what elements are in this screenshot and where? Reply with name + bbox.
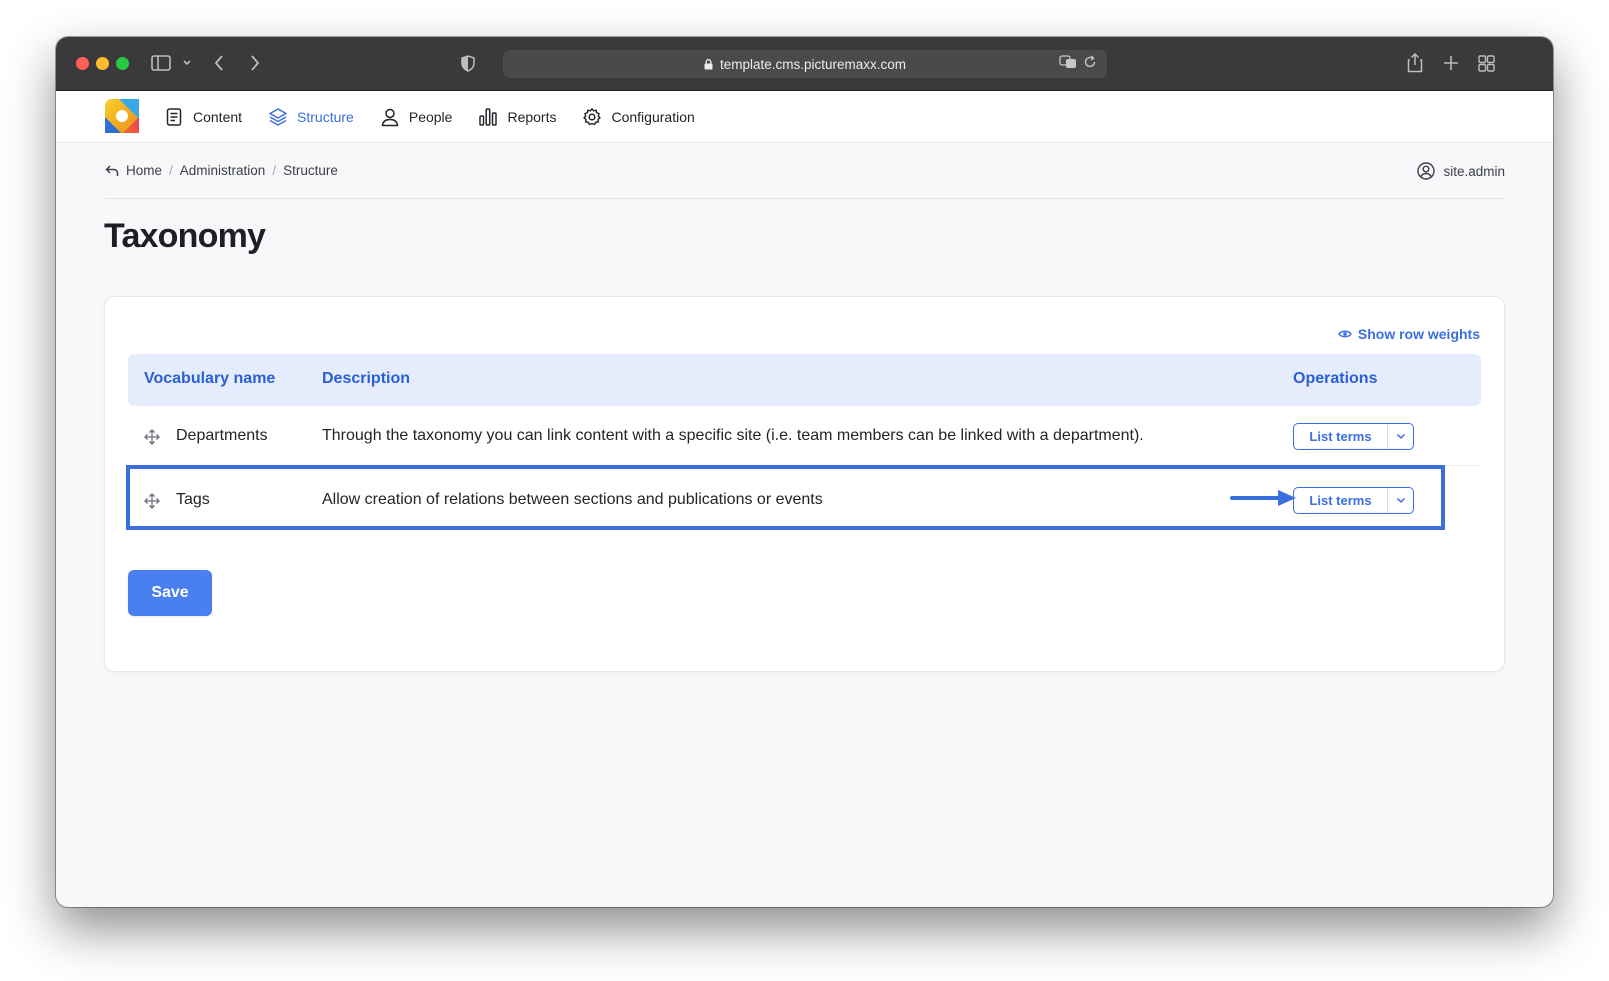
breadcrumb-administration[interactable]: Administration — [180, 163, 266, 178]
row-divider — [128, 465, 1481, 466]
browser-titlebar: template.cms.picturemaxx.com — [56, 37, 1553, 91]
back-arrow-icon[interactable] — [105, 164, 119, 177]
chevron-down-icon[interactable] — [180, 51, 194, 75]
table-row: Departments Through the taxonomy you can… — [128, 407, 1481, 465]
show-row-weights-label: Show row weights — [1357, 326, 1480, 342]
breadcrumb-home[interactable]: Home — [126, 163, 162, 178]
reload-icon[interactable] — [1083, 55, 1097, 69]
url-text: template.cms.picturemaxx.com — [719, 56, 907, 72]
drag-handle-icon[interactable] — [144, 493, 160, 509]
browser-window: template.cms.picturemaxx.com Content Str… — [56, 37, 1553, 907]
save-button[interactable]: Save — [128, 570, 212, 616]
nav-structure[interactable]: Structure — [268, 107, 354, 127]
list-terms-button[interactable]: List terms — [1294, 424, 1388, 449]
layers-icon — [269, 108, 287, 126]
sidebar-toggle-icon[interactable] — [150, 51, 172, 75]
table-header: Vocabulary name Description Operations — [128, 354, 1481, 406]
app-header: Content Structure People Reports Configu… — [56, 91, 1553, 143]
nav-content[interactable]: Content — [164, 107, 242, 127]
document-icon — [166, 108, 182, 126]
taxonomy-card: Show row weights Vocabulary name Descrip… — [104, 296, 1505, 672]
user-name: site.admin — [1443, 163, 1505, 179]
new-tab-icon[interactable] — [1442, 51, 1460, 75]
main-nav: Content Structure People Reports Configu… — [164, 91, 695, 143]
header-vocabulary-name: Vocabulary name — [144, 370, 276, 387]
back-icon[interactable] — [210, 51, 228, 75]
user-icon — [381, 108, 399, 127]
share-icon[interactable] — [1406, 51, 1424, 75]
page-title: Taxonomy — [104, 217, 266, 255]
address-bar[interactable]: template.cms.picturemaxx.com — [503, 50, 1107, 78]
app-logo[interactable] — [105, 99, 139, 133]
header-operations: Operations — [1293, 370, 1378, 387]
tab-overview-icon[interactable] — [1477, 51, 1495, 75]
operations-dropdown-toggle[interactable] — [1388, 424, 1413, 449]
maximize-window-button[interactable] — [116, 57, 129, 70]
nav-reports-label: Reports — [507, 109, 557, 125]
nav-structure-label: Structure — [297, 109, 354, 125]
vocabulary-name: Tags — [176, 491, 210, 508]
breadcrumb: Home / Administration / Structure site.a… — [105, 143, 1505, 199]
nav-configuration-label: Configuration — [611, 109, 695, 125]
vocabulary-description: Allow creation of relations between sect… — [322, 491, 823, 508]
bar-chart-icon — [479, 108, 498, 126]
shield-icon[interactable] — [459, 51, 477, 75]
breadcrumb-separator: / — [169, 163, 173, 178]
vocabulary-name: Departments — [176, 427, 268, 444]
close-window-button[interactable] — [76, 57, 89, 70]
list-terms-button[interactable]: List terms — [1294, 488, 1388, 513]
breadcrumb-structure[interactable]: Structure — [283, 163, 338, 178]
list-terms-split-button: List terms — [1293, 423, 1414, 450]
lock-icon — [704, 58, 713, 69]
nav-reports[interactable]: Reports — [478, 107, 556, 127]
minimize-window-button[interactable] — [96, 57, 109, 70]
user-circle-icon — [1417, 162, 1436, 180]
eye-icon — [1338, 330, 1352, 338]
show-row-weights-link[interactable]: Show row weights — [1338, 326, 1480, 342]
nav-content-label: Content — [193, 109, 243, 125]
chevron-down-icon — [1396, 433, 1405, 440]
nav-people[interactable]: People — [380, 107, 453, 127]
chevron-down-icon — [1396, 497, 1405, 504]
header-description: Description — [322, 370, 411, 387]
vocabulary-description: Through the taxonomy you can link conten… — [322, 427, 1144, 444]
gear-icon — [583, 108, 602, 126]
operations-dropdown-toggle[interactable] — [1388, 488, 1413, 513]
drag-handle-icon[interactable] — [144, 429, 160, 445]
forward-icon[interactable] — [246, 51, 264, 75]
breadcrumb-separator: / — [272, 163, 277, 178]
nav-configuration[interactable]: Configuration — [582, 107, 695, 127]
list-terms-split-button: List terms — [1293, 487, 1414, 514]
user-menu[interactable]: site.admin — [1417, 143, 1505, 199]
nav-people-label: People — [408, 109, 453, 125]
table-row: Tags Allow creation of relations between… — [128, 471, 1481, 529]
translate-icon[interactable] — [1059, 55, 1077, 69]
